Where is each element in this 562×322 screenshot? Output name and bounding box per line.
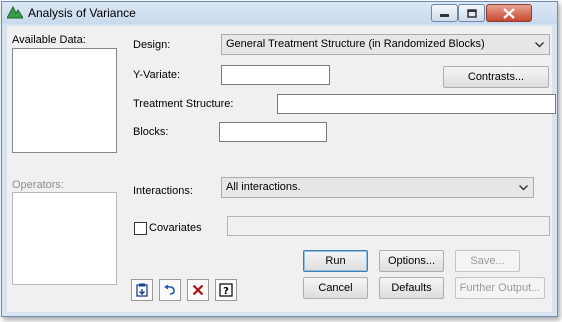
- clear-icon: [192, 284, 204, 296]
- covariates-field[interactable]: [227, 216, 550, 236]
- design-value: General Treatment Structure (in Randomiz…: [226, 38, 485, 50]
- clear-button[interactable]: [187, 279, 209, 301]
- maximize-button[interactable]: [458, 4, 485, 22]
- blocks-label: Blocks:: [133, 126, 169, 138]
- chevron-down-icon: [519, 182, 528, 194]
- app-icon: [6, 5, 24, 22]
- dialog-body: Available Data: Operators: Design: Gener…: [7, 26, 556, 312]
- treatment-structure-field[interactable]: [277, 94, 556, 114]
- contrasts-button[interactable]: Contrasts...: [443, 66, 549, 88]
- close-button[interactable]: [486, 4, 532, 22]
- defaults-button[interactable]: Defaults: [379, 277, 444, 299]
- undo-icon: [164, 284, 175, 295]
- blocks-field[interactable]: [219, 122, 327, 142]
- covariates-label: Covariates: [149, 222, 202, 234]
- options-button[interactable]: Options...: [379, 250, 444, 272]
- interactions-value: All interactions.: [226, 181, 301, 193]
- title-bar[interactable]: Analysis of Variance: [2, 2, 557, 24]
- available-data-list[interactable]: [12, 48, 117, 153]
- save-button[interactable]: Save...: [455, 250, 520, 272]
- available-data-label: Available Data:: [12, 34, 86, 46]
- chevron-down-icon: [535, 39, 544, 51]
- window-title: Analysis of Variance: [28, 6, 136, 20]
- interactions-dropdown[interactable]: All interactions.: [221, 177, 534, 198]
- run-button[interactable]: Run: [303, 250, 368, 272]
- cancel-button[interactable]: Cancel: [303, 277, 368, 299]
- svg-text:?: ?: [223, 286, 229, 297]
- help-button[interactable]: ?: [215, 279, 237, 301]
- operators-label: Operators:: [12, 179, 64, 191]
- covariates-checkbox[interactable]: [134, 222, 147, 235]
- y-variate-field[interactable]: [221, 65, 330, 85]
- minimize-button[interactable]: [431, 4, 458, 22]
- help-icon: ?: [219, 283, 233, 297]
- design-label: Design:: [133, 39, 171, 51]
- undo-button[interactable]: [159, 279, 181, 301]
- interactions-label: Interactions:: [133, 185, 193, 197]
- analysis-of-variance-window: Analysis of Variance Available Data: Ope…: [1, 1, 558, 317]
- operators-list[interactable]: [12, 192, 117, 285]
- minimize-icon: [440, 14, 449, 17]
- close-icon: [503, 7, 515, 19]
- y-variate-label: Y-Variate:: [133, 69, 181, 81]
- design-dropdown[interactable]: General Treatment Structure (in Randomiz…: [221, 34, 550, 55]
- copy-to-clipboard-button[interactable]: [131, 279, 153, 301]
- further-output-button[interactable]: Further Output...: [455, 277, 545, 299]
- maximize-icon: [466, 8, 477, 18]
- treatment-structure-label: Treatment Structure:: [133, 98, 234, 110]
- clipboard-icon: [136, 283, 148, 297]
